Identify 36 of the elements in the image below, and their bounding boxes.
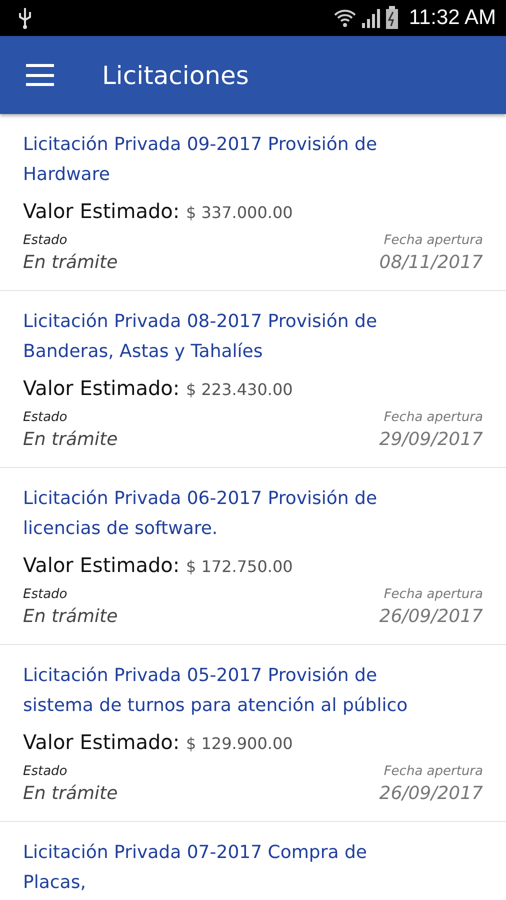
estimated-value: $ 172.750.00: [186, 556, 293, 578]
status-value: En trámite: [23, 428, 118, 452]
value-label: Valor Estimado:: [23, 729, 180, 756]
status-label: Estado: [23, 232, 68, 250]
status-label: Estado: [23, 763, 68, 781]
clock-time: 11:32 AM: [408, 6, 496, 30]
tender-title-link[interactable]: Licitación Privada 08-2017 Provisión de Banderas, Astas y Tahalíes: [23, 307, 423, 367]
status-value: En trámite: [23, 605, 118, 629]
date-label: Fecha apertura: [384, 232, 483, 250]
value-label: Valor Estimado:: [23, 375, 180, 402]
tender-title-link[interactable]: Licitación Privada 05-2017 Provisión de sistema de turnos para atención al público: [23, 661, 423, 721]
estimated-value: $ 337.000.00: [186, 202, 293, 224]
status-value: En trámite: [23, 251, 118, 275]
date-label: Fecha apertura: [384, 586, 483, 604]
value-label: Valor Estimado:: [23, 198, 180, 225]
menu-icon[interactable]: [26, 64, 54, 86]
status-value: En trámite: [23, 782, 118, 806]
estimated-value: $ 129.900.00: [186, 733, 293, 755]
opening-date: 26/09/2017: [379, 782, 483, 806]
tender-title-link[interactable]: Licitación Privada 09-2017 Provisión de Hardware: [23, 130, 423, 190]
status-label: Estado: [23, 409, 68, 427]
value-label: Valor Estimado:: [23, 552, 180, 579]
date-label: Fecha apertura: [384, 763, 483, 781]
opening-date: 29/09/2017: [379, 428, 483, 452]
signal-icon: [360, 7, 381, 29]
usb-icon: [18, 7, 32, 29]
opening-date: 26/09/2017: [379, 605, 483, 629]
tender-title-link[interactable]: Licitación Privada 06-2017 Provisión de licencias de software.: [23, 484, 423, 544]
estimated-value: $ 223.430.00: [186, 379, 293, 401]
app-title: Licitaciones: [102, 60, 249, 90]
status-label: Estado: [23, 586, 68, 604]
opening-date: 08/11/2017: [379, 251, 483, 275]
battery-icon: [384, 6, 399, 30]
date-label: Fecha apertura: [384, 409, 483, 427]
tender-title-link[interactable]: Licitación Privada 07-2017 Compra de Placas,: [23, 838, 423, 898]
wifi-icon: [332, 7, 357, 29]
